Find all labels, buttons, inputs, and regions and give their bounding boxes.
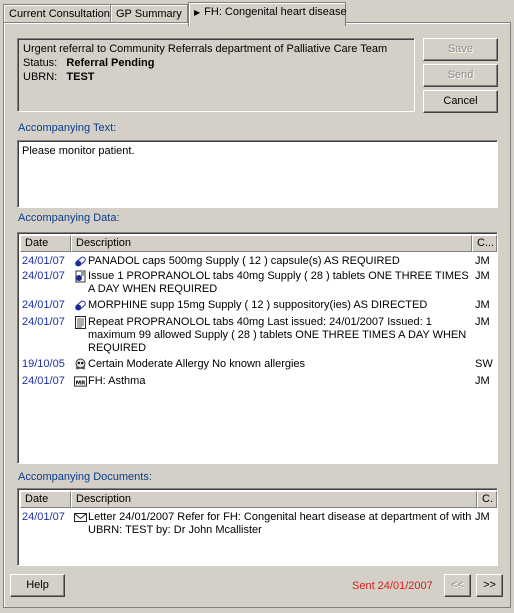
ubrn-label: UBRN: [23, 71, 58, 83]
referral-info-box: Urgent referral to Community Referrals d… [17, 38, 415, 112]
tab-label: FH: Congenital heart disease [204, 6, 347, 18]
accompanying-text-field[interactable]: Please monitor patient. [17, 140, 498, 208]
table-row[interactable]: 24/01/07 Letter 24/01/2007 Refer for FH:… [20, 511, 495, 539]
row-clinician: JM [475, 255, 490, 267]
capsule-icon [75, 256, 86, 267]
send-button[interactable]: Send [423, 64, 498, 87]
column-header-clinician[interactable]: C. [477, 491, 497, 508]
sent-status: Sent 24/01/2007 [352, 580, 433, 592]
row-date: 24/01/07 [22, 255, 65, 267]
accompanying-documents-table[interactable]: Date Description C. 24/01/07 Letter 24/0… [17, 488, 498, 566]
accompanying-text-label: Accompanying Text: [18, 122, 117, 134]
cancel-button[interactable]: Cancel [423, 90, 498, 113]
accompanying-data-label: Accompanying Data: [18, 212, 120, 224]
row-description: PANADOL caps 500mg Supply ( 12 ) capsule… [88, 255, 400, 267]
ubrn-value: TEST [66, 71, 95, 83]
allergy-skull-icon [75, 358, 86, 370]
table-header: Date Description C... [20, 235, 497, 252]
column-header-clinician[interactable]: C... [472, 235, 497, 252]
row-clinician: SW [475, 358, 493, 370]
row-description: Letter 24/01/2007 Refer for FH: Congenit… [88, 511, 472, 536]
next-button[interactable]: >> [476, 574, 503, 597]
table-row[interactable]: 24/01/07 MORPHINE supp 15mg Supply ( 12 … [20, 299, 495, 313]
family-history-icon: MR [74, 376, 87, 387]
column-header-description[interactable]: Description [71, 491, 477, 508]
accompanying-documents-label: Accompanying Documents: [18, 471, 152, 483]
table-row[interactable]: 24/01/07 PANADOL caps 500mg Supply ( 12 … [20, 255, 495, 269]
row-description: Repeat PROPRANOLOL tabs 40mg Last issued… [88, 316, 467, 354]
referral-summary: Urgent referral to Community Referrals d… [23, 43, 388, 55]
tab-gp-summary[interactable]: GP Summary [110, 4, 188, 24]
save-button[interactable]: Save [423, 38, 498, 61]
row-description: MORPHINE supp 15mg Supply ( 12 ) supposi… [88, 299, 428, 311]
status-value: Referral Pending [66, 57, 155, 69]
column-header-date[interactable]: Date [20, 491, 71, 508]
column-header-date[interactable]: Date [20, 235, 71, 252]
row-description: Issue 1 PROPRANOLOL tabs 40mg Supply ( 2… [88, 270, 469, 295]
tab-current-consultation[interactable]: Current Consultation [3, 4, 111, 24]
row-description: Certain Moderate Allergy No known allerg… [88, 358, 306, 370]
row-clinician: JM [475, 375, 490, 387]
row-description: FH: Asthma [88, 375, 146, 387]
row-date: 24/01/07 [22, 375, 65, 387]
letter-icon [74, 513, 87, 522]
previous-button[interactable]: << [444, 574, 471, 597]
tab-label: GP Summary [116, 8, 182, 20]
table-header: Date Description C. [20, 491, 497, 508]
tab-label: Current Consultation [9, 8, 110, 20]
capsule-icon [75, 300, 86, 311]
tab-fh-congenital-heart-disease[interactable]: ▶ FH: Congenital heart disease [188, 2, 347, 26]
status-label: Status: [23, 57, 58, 69]
row-date: 24/01/07 [22, 511, 65, 523]
row-clinician: JM [475, 511, 490, 523]
table-row[interactable]: 24/01/07 Issue 1 PROPRANOLOL tabs 40mg S… [20, 270, 495, 298]
row-clinician: JM [475, 316, 490, 328]
column-header-description[interactable]: Description [71, 235, 472, 252]
table-row[interactable]: 24/01/07 Repeat PROPRANOLOL tabs 40mg La… [20, 316, 495, 356]
play-arrow-icon: ▶ [194, 8, 201, 17]
help-button[interactable]: Help [10, 574, 65, 597]
row-date: 19/10/05 [22, 358, 65, 370]
table-row[interactable]: 24/01/07 MR FH: Asthma JM [20, 375, 495, 389]
svg-text:MR: MR [76, 380, 87, 386]
prescription-issue-icon [75, 270, 86, 283]
row-date: 24/01/07 [22, 316, 65, 328]
row-clinician: JM [475, 299, 490, 311]
row-clinician: JM [475, 270, 490, 282]
accompanying-data-table[interactable]: Date Description C... 24/01/07 PANADOL c… [17, 232, 498, 464]
row-date: 24/01/07 [22, 299, 65, 311]
table-row[interactable]: 19/10/05 Certain Moderate Allergy No kno… [20, 358, 495, 372]
repeat-prescription-icon [75, 316, 86, 329]
row-date: 24/01/07 [22, 270, 65, 282]
